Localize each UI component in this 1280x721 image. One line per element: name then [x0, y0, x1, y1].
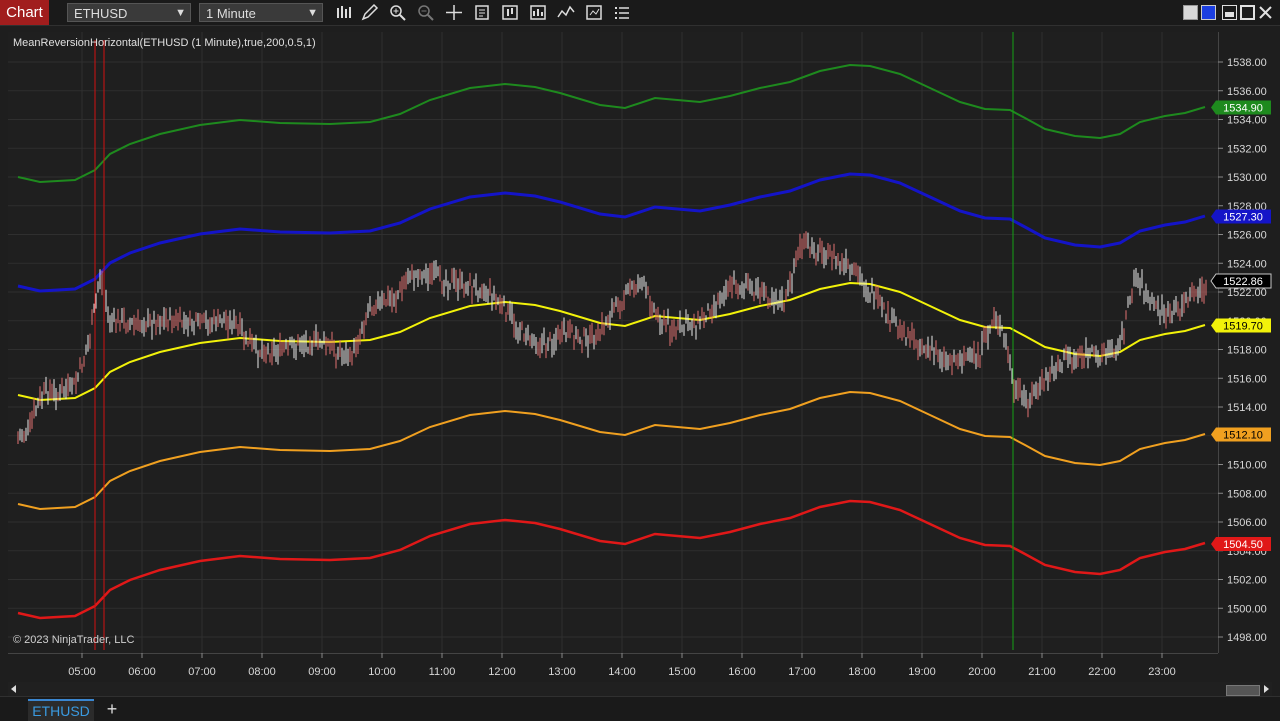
instrument-value: ETHUSD: [74, 6, 128, 21]
chevron-down-icon: ▼: [307, 7, 318, 19]
maximize-icon[interactable]: [1240, 5, 1255, 20]
blue-square-icon[interactable]: [1201, 5, 1216, 20]
data-box-icon[interactable]: [472, 3, 492, 22]
chevron-down-icon: ▼: [175, 7, 186, 19]
crosshair-icon[interactable]: [444, 3, 464, 22]
chart-style-icon[interactable]: [500, 3, 520, 22]
restore-icon[interactable]: [1222, 5, 1237, 20]
scrollbar-thumb[interactable]: [1226, 685, 1260, 696]
bars-type-icon[interactable]: [334, 3, 354, 22]
interval-selector[interactable]: 1 Minute ▼: [199, 3, 323, 22]
zoom-in-icon[interactable]: [388, 3, 408, 22]
tab-bar: ETHUSD +: [0, 696, 1280, 721]
zoom-out-icon[interactable]: [416, 3, 436, 22]
instrument-selector[interactable]: ETHUSD ▼: [67, 3, 191, 22]
chart-plot-area[interactable]: [8, 32, 1218, 653]
horizontal-scrollbar[interactable]: [8, 682, 1272, 696]
scroll-left-icon[interactable]: [8, 682, 20, 696]
copyright-text: © 2023 NinjaTrader, LLC: [13, 634, 135, 646]
interval-value: 1 Minute: [206, 6, 256, 21]
close-icon[interactable]: [1258, 5, 1273, 20]
add-tab-button[interactable]: +: [104, 699, 120, 719]
chart-toolbar: Chart ETHUSD ▼ 1 Minute ▼: [0, 0, 1280, 26]
time-axis[interactable]: [8, 653, 1218, 683]
draw-pencil-icon[interactable]: [360, 3, 380, 22]
strategies-icon[interactable]: [528, 3, 548, 22]
gray-square-icon[interactable]: [1183, 5, 1198, 20]
indicators-icon[interactable]: [556, 3, 576, 22]
price-axis[interactable]: [1218, 32, 1280, 653]
scroll-right-icon[interactable]: [1260, 682, 1272, 696]
templates-icon[interactable]: [584, 3, 604, 22]
chart-window-label: Chart: [0, 0, 49, 25]
properties-icon[interactable]: [612, 3, 632, 22]
tab-ethusd[interactable]: ETHUSD: [28, 699, 94, 721]
indicator-label: MeanReversionHorizontal(ETHUSD (1 Minute…: [13, 37, 316, 49]
